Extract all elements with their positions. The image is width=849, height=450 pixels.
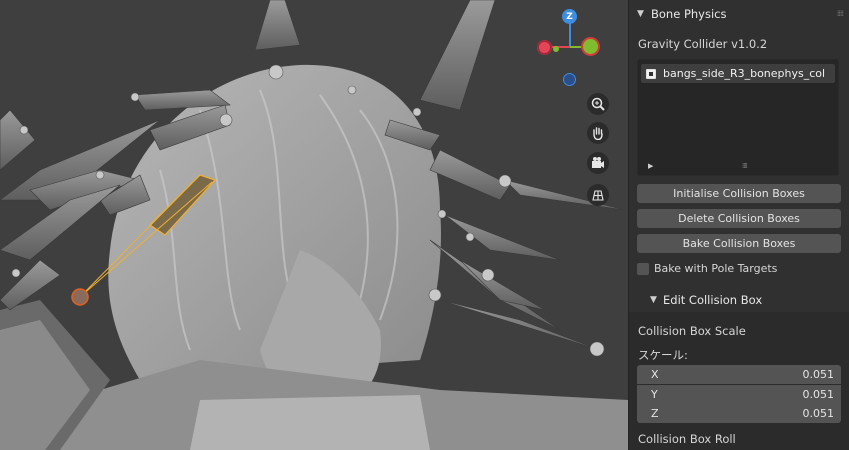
- drag-handle-icon[interactable]: ⁞⁞⁞⁞: [837, 9, 844, 18]
- panel-header[interactable]: ▼ Bone Physics: [629, 0, 849, 28]
- edit-collision-box-header[interactable]: ▼ Edit Collision Box: [629, 288, 849, 312]
- scale-z-value: 0.051: [802, 407, 835, 420]
- hand-icon[interactable]: [587, 122, 609, 144]
- scale-y-axis-label: Y: [651, 388, 658, 401]
- roll-label: Collision Box Roll: [638, 432, 736, 446]
- play-icon[interactable]: ▶: [648, 162, 653, 170]
- chevron-down-icon: ▼: [650, 295, 657, 305]
- camera-icon[interactable]: [587, 152, 609, 174]
- bake-pole-targets-label: Bake with Pole Targets: [654, 262, 778, 275]
- list-resize-handle-icon[interactable]: ⁞⁞⁞⁞: [742, 162, 748, 170]
- list-item-checkbox[interactable]: [646, 68, 656, 79]
- bone-physics-panel: ▼ Bone Physics ⁞⁞⁞⁞ Gravity Collider v1.…: [628, 0, 849, 450]
- gizmo-neg-z-axis-icon[interactable]: [563, 73, 576, 86]
- collider-version-label: Gravity Collider v1.0.2: [638, 37, 768, 51]
- gizmo-y-small-icon: [553, 46, 559, 52]
- scale-label: Collision Box Scale: [638, 324, 746, 338]
- delete-collision-boxes-button[interactable]: Delete Collision Boxes: [637, 209, 841, 228]
- edit-collision-box-panel: Collision Box Scale スケール: X 0.051 Y 0.05…: [629, 312, 849, 450]
- grid-icon[interactable]: [587, 184, 609, 206]
- gizmo-y-axis-icon[interactable]: [583, 39, 598, 54]
- gizmo-z-axis-icon[interactable]: Z: [562, 9, 577, 24]
- scale-x-axis-label: X: [651, 368, 659, 381]
- scale-z-axis-label: Z: [651, 407, 659, 420]
- edit-collision-box-title: Edit Collision Box: [663, 293, 763, 307]
- scale-sub-label: スケール:: [638, 348, 688, 362]
- bake-collision-boxes-button[interactable]: Bake Collision Boxes: [637, 234, 841, 253]
- list-item[interactable]: bangs_side_R3_bonephys_col: [641, 64, 835, 83]
- collider-list[interactable]: bangs_side_R3_bonephys_col ▶ ⁞⁞⁞⁞: [637, 59, 839, 176]
- 3d-viewport[interactable]: Z: [0, 0, 628, 450]
- chevron-down-icon: ▼: [637, 9, 644, 19]
- scale-x-value: 0.051: [802, 368, 835, 381]
- scale-y-field[interactable]: Y 0.051: [637, 385, 841, 404]
- panel-title: Bone Physics: [651, 7, 727, 21]
- list-item-label: bangs_side_R3_bonephys_col: [663, 67, 826, 80]
- bake-pole-targets-checkbox[interactable]: [637, 262, 649, 275]
- zoom-icon[interactable]: [587, 93, 609, 115]
- initialise-collision-boxes-button[interactable]: Initialise Collision Boxes: [637, 184, 841, 203]
- scale-x-field[interactable]: X 0.051: [637, 365, 841, 384]
- gizmo-neg-x-axis-icon[interactable]: [537, 40, 552, 55]
- scale-y-value: 0.051: [802, 388, 835, 401]
- scale-z-field[interactable]: Z 0.051: [637, 404, 841, 423]
- bake-pole-targets-row[interactable]: Bake with Pole Targets: [637, 262, 777, 275]
